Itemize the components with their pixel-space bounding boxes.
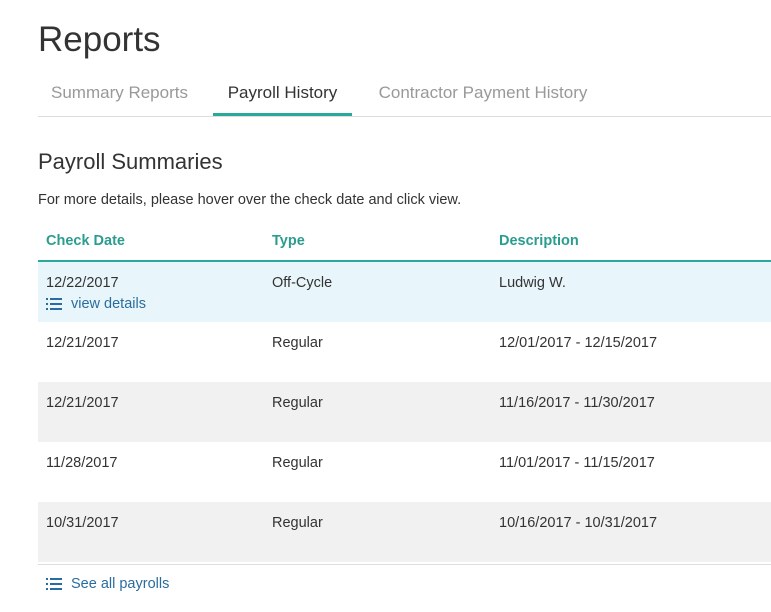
table-row[interactable]: 12/22/2017 Off-Cycle Ludwig W. view deta…	[38, 262, 771, 322]
table-header: Check Date Type Description	[38, 224, 771, 262]
see-all-payrolls-label: See all payrolls	[71, 576, 170, 592]
report-tabs: Summary Reports Payroll History Contract…	[38, 72, 771, 117]
payroll-summaries-table: Check Date Type Description 12/22/2017 O…	[38, 224, 771, 562]
check-date-cell: 12/22/2017	[46, 275, 119, 291]
see-all-payrolls-link[interactable]: See all payrolls	[46, 575, 169, 593]
table-row[interactable]: 12/21/2017 Regular 11/16/2017 - 11/30/20…	[38, 382, 771, 442]
table-footer-divider	[38, 564, 771, 565]
column-header-check-date[interactable]: Check Date	[46, 233, 125, 249]
type-cell: Regular	[272, 515, 323, 531]
check-date-cell: 11/28/2017	[46, 455, 118, 471]
view-details-link[interactable]: view details	[46, 295, 146, 313]
type-cell: Regular	[272, 455, 323, 471]
tab-summary-reports[interactable]: Summary Reports	[38, 72, 201, 116]
description-cell: 12/01/2017 - 12/15/2017	[499, 335, 658, 351]
tab-contractor-payment-history[interactable]: Contractor Payment History	[365, 72, 601, 116]
table-row[interactable]: 11/28/2017 Regular 11/01/2017 - 11/15/20…	[38, 442, 771, 502]
view-details-label: view details	[71, 296, 146, 312]
page-title: Reports	[38, 20, 161, 59]
section-title: Payroll Summaries	[38, 149, 223, 174]
type-cell: Regular	[272, 395, 323, 411]
list-icon	[46, 298, 62, 310]
column-header-type[interactable]: Type	[272, 233, 305, 249]
table-row[interactable]: 12/21/2017 Regular 12/01/2017 - 12/15/20…	[38, 322, 771, 382]
description-cell: Ludwig W.	[499, 275, 566, 291]
description-cell: 11/16/2017 - 11/30/2017	[499, 395, 655, 411]
section-description: For more details, please hover over the …	[38, 192, 462, 208]
check-date-cell: 12/21/2017	[46, 335, 119, 351]
column-header-description[interactable]: Description	[499, 233, 579, 249]
type-cell: Regular	[272, 335, 323, 351]
description-cell: 10/16/2017 - 10/31/2017	[499, 515, 658, 531]
check-date-cell: 12/21/2017	[46, 395, 119, 411]
description-cell: 11/01/2017 - 11/15/2017	[499, 455, 655, 471]
list-icon	[46, 578, 62, 590]
table-row[interactable]: 10/31/2017 Regular 10/16/2017 - 10/31/20…	[38, 502, 771, 562]
check-date-cell: 10/31/2017	[46, 515, 119, 531]
type-cell: Off-Cycle	[272, 275, 333, 291]
tab-payroll-history[interactable]: Payroll History	[213, 72, 352, 116]
